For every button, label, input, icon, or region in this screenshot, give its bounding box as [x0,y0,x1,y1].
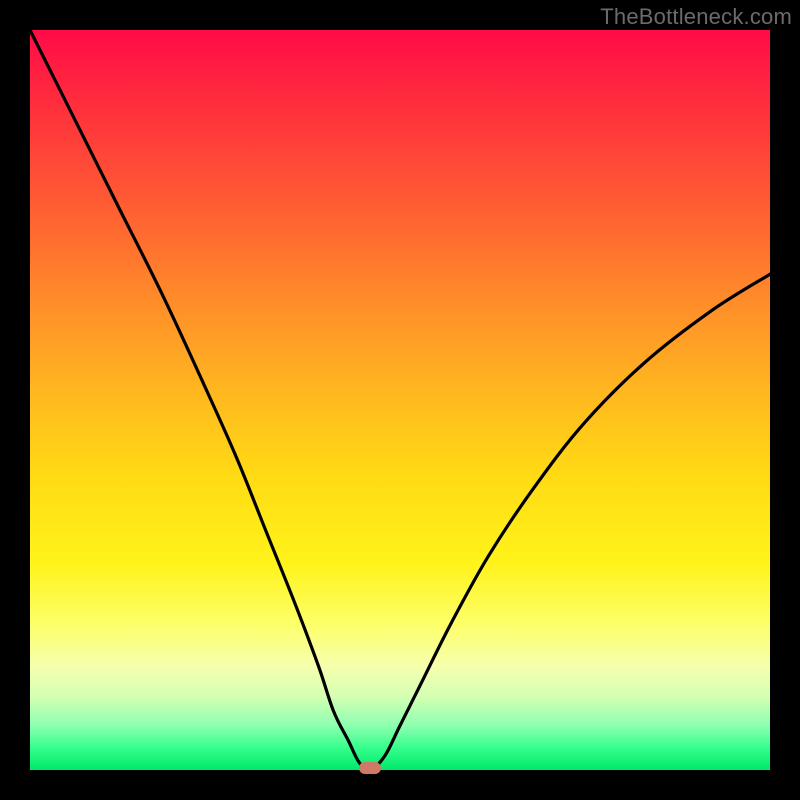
chart-frame: TheBottleneck.com [0,0,800,800]
minimum-marker [359,762,381,774]
watermark-text: TheBottleneck.com [600,4,792,30]
bottleneck-curve-path [30,30,770,770]
curve-layer [30,30,770,770]
plot-area [30,30,770,770]
